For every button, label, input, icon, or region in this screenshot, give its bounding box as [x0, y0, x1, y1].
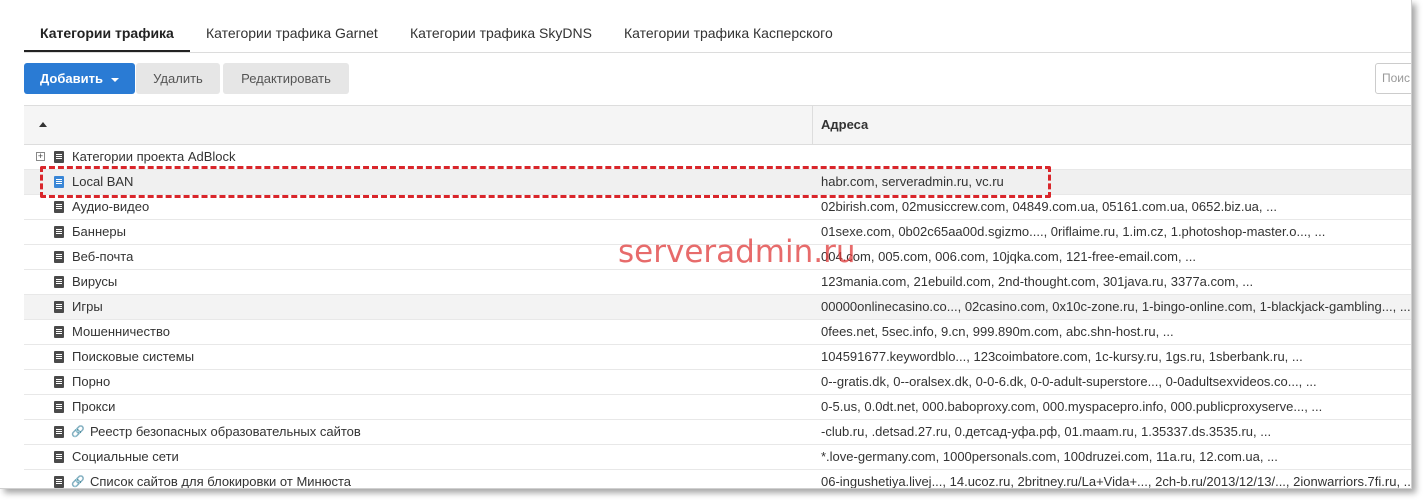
table-row[interactable]: Аудио-видео 02birish.com, 02musiccrew.com… — [24, 195, 1411, 220]
tab-kaspersky[interactable]: Категории трафика Касперского — [608, 14, 849, 52]
book-icon — [54, 226, 64, 238]
category-name: Список сайтов для блокировки от Минюста — [90, 474, 352, 489]
category-name: Local BAN — [72, 174, 134, 189]
table-row[interactable]: Вирусы 123mania.com, 21ebuild.com, 2nd-th… — [24, 270, 1411, 295]
column-divider[interactable] — [812, 106, 813, 144]
category-addresses: habr.com, serveradmin.ru, vc.ru — [821, 174, 1004, 189]
category-name: Аудио-видео — [72, 199, 150, 214]
category-name: Порно — [72, 374, 111, 389]
caret-down-icon — [110, 77, 119, 82]
category-addresses: 0fees.net, 5sec.info, 9.cn, 999.890m.com… — [821, 324, 1174, 339]
book-icon — [54, 376, 64, 388]
category-name: Баннеры — [72, 224, 126, 239]
table-row[interactable]: Социальные сети *.love-germany.com, 1000p… — [24, 445, 1411, 470]
delete-button[interactable]: Удалить — [136, 63, 220, 94]
tab-traffic-categories[interactable]: Категории трафика — [24, 14, 190, 52]
app-window: Категории трафика Категории трафика Garn… — [0, 0, 1412, 489]
table-row[interactable]: 🔗 Список сайтов для блокировки от Минюста… — [24, 470, 1412, 489]
tab-garnet[interactable]: Категории трафика Garnet — [190, 14, 394, 52]
book-icon — [54, 426, 64, 438]
category-addresses: -club.ru, .detsad.27.ru, 0.детсад-уфа.рф… — [821, 424, 1272, 439]
category-name: Мошенничество — [72, 324, 170, 339]
tab-bar: Категории трафика Категории трафика Garn… — [24, 0, 1411, 53]
add-button[interactable]: Добавить — [24, 63, 135, 94]
category-name: Категории проекта AdBlock — [72, 149, 236, 164]
table-row[interactable]: Local BAN habr.com, serveradmin.ru, vc.ru — [24, 170, 1411, 195]
category-addresses: 123mania.com, 21ebuild.com, 2nd-thought.… — [821, 274, 1254, 289]
category-name: Вирусы — [72, 274, 118, 289]
table-row[interactable]: + Категории проекта AdBlock — [24, 145, 1411, 170]
book-icon — [54, 276, 64, 288]
table-row[interactable]: Прокси 0-5.us, 0.0dt.net, 000.baboproxy.c… — [24, 395, 1411, 420]
search-input[interactable]: Поис — [1375, 63, 1411, 94]
table-row[interactable]: Игры 00000onlinecasino.co..., 02casino.co… — [24, 295, 1411, 320]
category-name: Реестр безопасных образовательных сайтов — [90, 424, 361, 439]
sort-asc-icon[interactable] — [39, 122, 47, 127]
book-icon — [54, 151, 64, 163]
book-icon — [54, 326, 64, 338]
addresses-column-header[interactable]: Адреса — [821, 106, 868, 144]
table-row[interactable]: 🔗 Реестр безопасных образовательных сайто… — [24, 420, 1411, 445]
add-button-label: Добавить — [40, 71, 103, 86]
book-icon — [54, 401, 64, 413]
category-addresses: 104591677.keywordblo..., 123coimbatore.c… — [821, 349, 1303, 364]
categories-table-body: + Категории проекта AdBlock Local BAN habr.… — [24, 145, 1412, 489]
category-addresses: 00000onlinecasino.co..., 02casino.com, 0… — [821, 299, 1411, 314]
book-icon — [54, 476, 64, 488]
book-icon — [54, 451, 64, 463]
book-icon — [54, 251, 64, 263]
book-icon — [54, 351, 64, 363]
edit-button[interactable]: Редактировать — [223, 63, 349, 94]
category-addresses: 0--gratis.dk, 0--oralsex.dk, 0-0-6.dk, 0… — [821, 374, 1317, 389]
category-addresses: 0-5.us, 0.0dt.net, 000.baboproxy.com, 00… — [821, 399, 1323, 414]
category-addresses: 06-ingushetiya.livej..., 14.ucoz.ru, 2br… — [821, 474, 1412, 489]
category-addresses: *.love-germany.com, 1000personals.com, 1… — [821, 449, 1278, 464]
link-icon: 🔗 — [71, 426, 85, 438]
link-icon: 🔗 — [71, 476, 85, 488]
table-row[interactable]: Порно 0--gratis.dk, 0--oralsex.dk, 0-0-6.… — [24, 370, 1411, 395]
book-icon — [54, 176, 64, 188]
category-name: Прокси — [72, 399, 116, 414]
category-addresses: 02birish.com, 02musiccrew.com, 04849.com… — [821, 199, 1277, 214]
book-icon — [54, 201, 64, 213]
tab-skydns[interactable]: Категории трафика SkyDNS — [394, 14, 608, 52]
expand-icon[interactable]: + — [36, 152, 45, 161]
category-name: Веб-почта — [72, 249, 134, 264]
category-name: Игры — [72, 299, 103, 314]
book-icon — [54, 301, 64, 313]
table-row[interactable]: Мошенничество 0fees.net, 5sec.info, 9.cn,… — [24, 320, 1411, 345]
category-addresses: 01sexe.com, 0b02c65aa00d.sgizmo...., 0ri… — [821, 224, 1326, 239]
table-row[interactable]: Поисковые системы 104591677.keywordblo...… — [24, 345, 1411, 370]
category-addresses: 004.com, 005.com, 006.com, 10jqka.com, 1… — [821, 249, 1197, 264]
table-header: Адреса — [24, 105, 1411, 145]
category-name: Поисковые системы — [72, 349, 195, 364]
category-name: Социальные сети — [72, 449, 179, 464]
watermark: serveradmin.ru — [618, 234, 856, 270]
